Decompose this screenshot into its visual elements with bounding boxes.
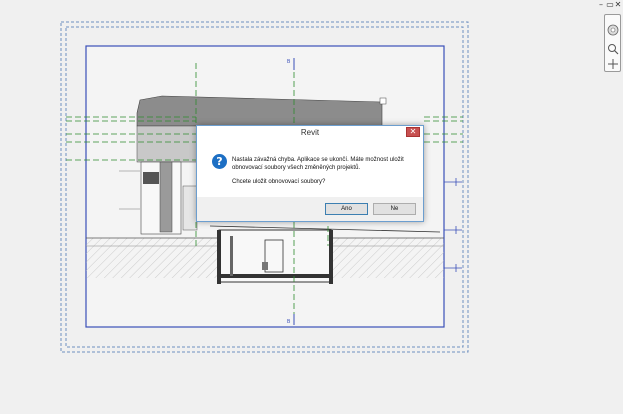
steering-wheel-icon[interactable] bbox=[607, 24, 619, 36]
level-markers bbox=[444, 178, 462, 272]
navigation-bar[interactable] bbox=[604, 14, 621, 72]
close-icon[interactable]: ✕ bbox=[614, 1, 622, 10]
error-dialog[interactable]: Revit ✕ ? Nastala závažná chyba. Aplikac… bbox=[196, 125, 424, 222]
yes-button[interactable]: Ano bbox=[325, 203, 368, 215]
minimize-icon[interactable]: – bbox=[597, 1, 605, 10]
zoom-icon[interactable] bbox=[607, 43, 619, 55]
dialog-title: Revit bbox=[300, 128, 320, 137]
question-icon: ? bbox=[212, 154, 227, 169]
dialog-titlebar[interactable]: Revit ✕ bbox=[197, 126, 423, 140]
dialog-message-line1: Nastala závažná chyba. Aplikace se ukonč… bbox=[232, 157, 404, 163]
dialog-close-button[interactable]: ✕ bbox=[406, 127, 420, 137]
dialog-content: ? Nastala závažná chyba. Aplikace se uko… bbox=[197, 140, 423, 197]
dialog-message: Nastala závažná chyba. Aplikace se ukonč… bbox=[232, 156, 412, 172]
restore-icon[interactable]: ▭ bbox=[606, 1, 614, 10]
dialog-button-row: Ano Ne bbox=[197, 197, 423, 221]
no-button[interactable]: Ne bbox=[373, 203, 416, 215]
dialog-message-line2: obnovovací soubory všech změněných proje… bbox=[232, 165, 361, 171]
pan-icon[interactable] bbox=[607, 58, 619, 70]
dialog-question: Chcete uložit obnovovací soubory? bbox=[232, 179, 326, 185]
